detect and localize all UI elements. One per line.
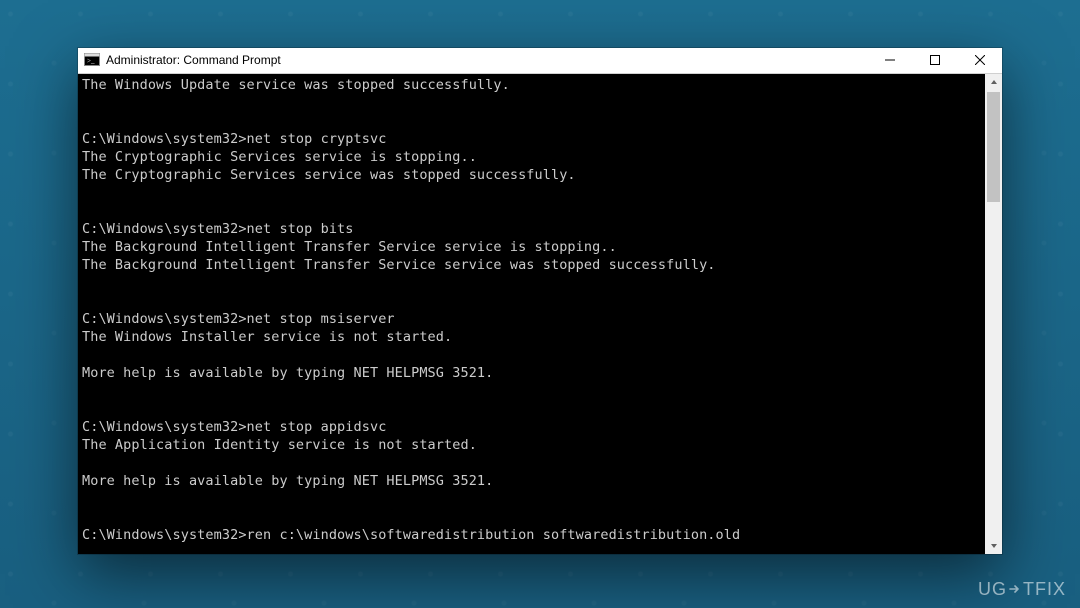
terminal-line: [82, 274, 981, 292]
terminal-line: The Cryptographic Services service was s…: [82, 166, 981, 184]
cmd-icon: >_: [84, 52, 100, 68]
command-prompt-window: >_ Administrator: Command Prompt The Win…: [78, 48, 1002, 554]
window-controls: [867, 48, 1002, 73]
watermark-text-right: TFIX: [1023, 579, 1066, 600]
terminal-line: More help is available by typing NET HEL…: [82, 364, 981, 382]
terminal-line: [82, 112, 981, 130]
client-area: The Windows Update service was stopped s…: [78, 74, 1002, 554]
maximize-button[interactable]: [912, 48, 957, 73]
terminal-line: [82, 508, 981, 526]
terminal-line: C:\Windows\system32>ren c:\windows\softw…: [82, 526, 981, 544]
terminal-line: More help is available by typing NET HEL…: [82, 472, 981, 490]
terminal-line: [82, 94, 981, 112]
minimize-button[interactable]: [867, 48, 912, 73]
arrow-icon: [1008, 580, 1022, 601]
terminal-line: The Background Intelligent Transfer Serv…: [82, 256, 981, 274]
terminal-line: [82, 400, 981, 418]
close-button[interactable]: [957, 48, 1002, 73]
terminal-output[interactable]: The Windows Update service was stopped s…: [78, 74, 985, 554]
terminal-line: [82, 382, 981, 400]
terminal-line: [82, 544, 981, 554]
terminal-line: C:\Windows\system32>net stop appidsvc: [82, 418, 981, 436]
terminal-line: C:\Windows\system32>net stop bits: [82, 220, 981, 238]
svg-text:>_: >_: [87, 57, 95, 65]
terminal-line: The Application Identity service is not …: [82, 436, 981, 454]
terminal-line: [82, 454, 981, 472]
terminal-line: C:\Windows\system32>net stop cryptsvc: [82, 130, 981, 148]
scroll-thumb[interactable]: [987, 92, 1000, 202]
terminal-line: The Background Intelligent Transfer Serv…: [82, 238, 981, 256]
terminal-line: The Windows Update service was stopped s…: [82, 76, 981, 94]
scroll-up-button[interactable]: [985, 74, 1002, 91]
terminal-line: [82, 184, 981, 202]
watermark-text-left: UG: [978, 579, 1007, 600]
terminal-line: The Windows Installer service is not sta…: [82, 328, 981, 346]
terminal-line: [82, 202, 981, 220]
terminal-line: The Cryptographic Services service is st…: [82, 148, 981, 166]
scroll-down-button[interactable]: [985, 537, 1002, 554]
terminal-line: C:\Windows\system32>net stop msiserver: [82, 310, 981, 328]
terminal-line: [82, 346, 981, 364]
titlebar[interactable]: >_ Administrator: Command Prompt: [78, 48, 1002, 74]
watermark: UG TFIX: [978, 579, 1066, 600]
vertical-scrollbar[interactable]: [985, 74, 1002, 554]
terminal-line: [82, 292, 981, 310]
terminal-line: [82, 490, 981, 508]
window-title: Administrator: Command Prompt: [106, 53, 281, 67]
